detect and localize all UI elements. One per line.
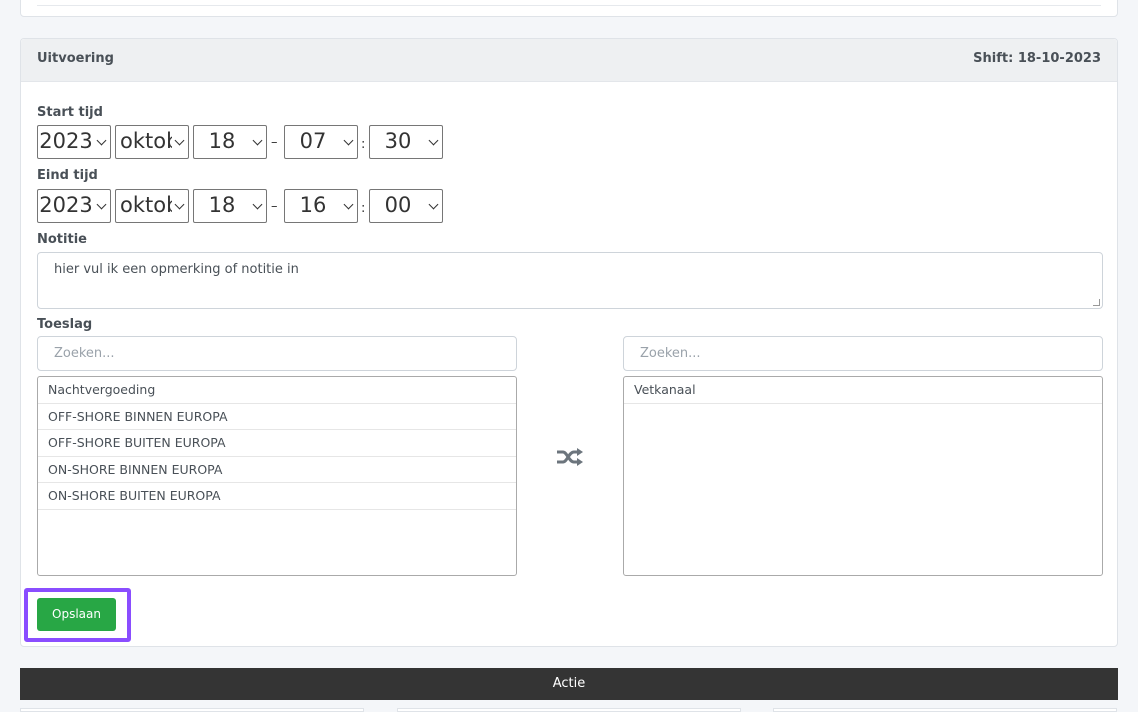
card-title: Uitvoering [37,51,114,66]
previous-card [20,0,1118,17]
chevron-down-icon [174,199,185,210]
list-item[interactable]: ON-SHORE BUITEN EUROPA [38,483,516,510]
date-time-separator: – [271,199,278,214]
end-time-label: Eind tijd [37,168,98,183]
note-text: hier vul ik een opmerking of notitie in [54,262,299,277]
end-month-select[interactable]: oktober [115,189,189,223]
list-item[interactable]: OFF-SHORE BINNEN EUROPA [38,404,516,430]
selected-surcharges-list[interactable]: Vetkanaal [623,376,1103,576]
chevron-down-icon [96,135,107,146]
chevron-down-icon [96,199,107,210]
start-minute-select[interactable]: 30 [369,125,443,159]
start-hour-select[interactable]: 07 [284,125,358,159]
end-minute-select[interactable]: 00 [369,189,443,223]
chevron-down-icon [343,135,354,146]
chevron-down-icon [343,199,354,210]
actie-bar[interactable]: Actie [20,668,1118,700]
time-separator: : [361,201,366,216]
chevron-down-icon [428,199,439,210]
start-time-label: Start tijd [37,105,103,120]
save-button[interactable]: Opslaan [37,598,116,631]
list-item[interactable]: ON-SHORE BINNEN EUROPA [38,457,516,483]
divider [37,5,1101,6]
surcharge-label: Toeslag [37,317,93,332]
shuffle-icon[interactable] [555,445,585,469]
shift-date: Shift: 18-10-2023 [973,51,1101,66]
start-month-select[interactable]: oktober [115,125,189,159]
bottom-panel [20,708,364,712]
end-day-select[interactable]: 18 [193,189,267,223]
available-surcharges-list[interactable]: Nachtvergoeding OFF-SHORE BINNEN EUROPA … [37,376,517,576]
card-header: Uitvoering Shift: 18-10-2023 [21,39,1117,82]
chevron-down-icon [174,135,185,146]
list-item[interactable]: Nachtvergoeding [38,377,516,404]
chevron-down-icon [252,199,263,210]
uitvoering-card: Uitvoering Shift: 18-10-2023 Start tijd … [20,38,1118,647]
start-year-select[interactable]: 2023 [37,125,111,159]
chevron-down-icon [428,135,439,146]
note-label: Notitie [37,232,87,247]
date-time-separator: – [271,135,278,150]
end-year-select[interactable]: 2023 [37,189,111,223]
selected-search-input[interactable]: Zoeken... [623,336,1103,371]
list-item[interactable]: OFF-SHORE BUITEN EUROPA [38,430,516,457]
resize-handle-icon[interactable] [1093,299,1100,306]
bottom-panel [397,708,741,712]
note-textarea[interactable]: hier vul ik een opmerking of notitie in [37,252,1103,309]
chevron-down-icon [252,135,263,146]
list-item[interactable]: Vetkanaal [624,377,1102,404]
end-hour-select[interactable]: 16 [284,189,358,223]
time-separator: : [361,137,366,152]
start-day-select[interactable]: 18 [193,125,267,159]
bottom-panel [773,708,1117,712]
available-search-input[interactable]: Zoeken... [37,336,517,371]
